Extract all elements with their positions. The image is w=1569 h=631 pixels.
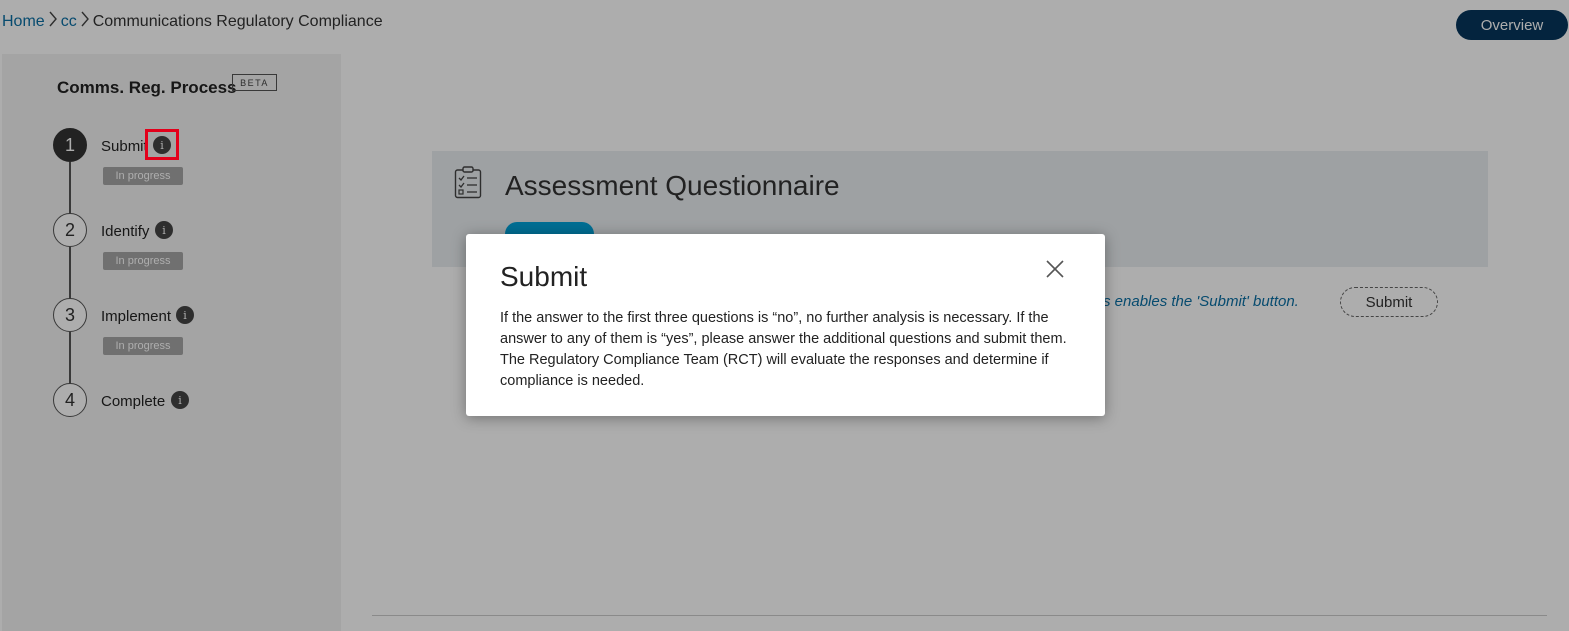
modal-body-text: If the answer to the first three questio…	[500, 310, 1067, 389]
close-icon[interactable]	[1044, 258, 1066, 280]
submit-info-modal: Submit If the answer to the first three …	[466, 234, 1105, 416]
modal-title: Submit	[500, 261, 588, 292]
